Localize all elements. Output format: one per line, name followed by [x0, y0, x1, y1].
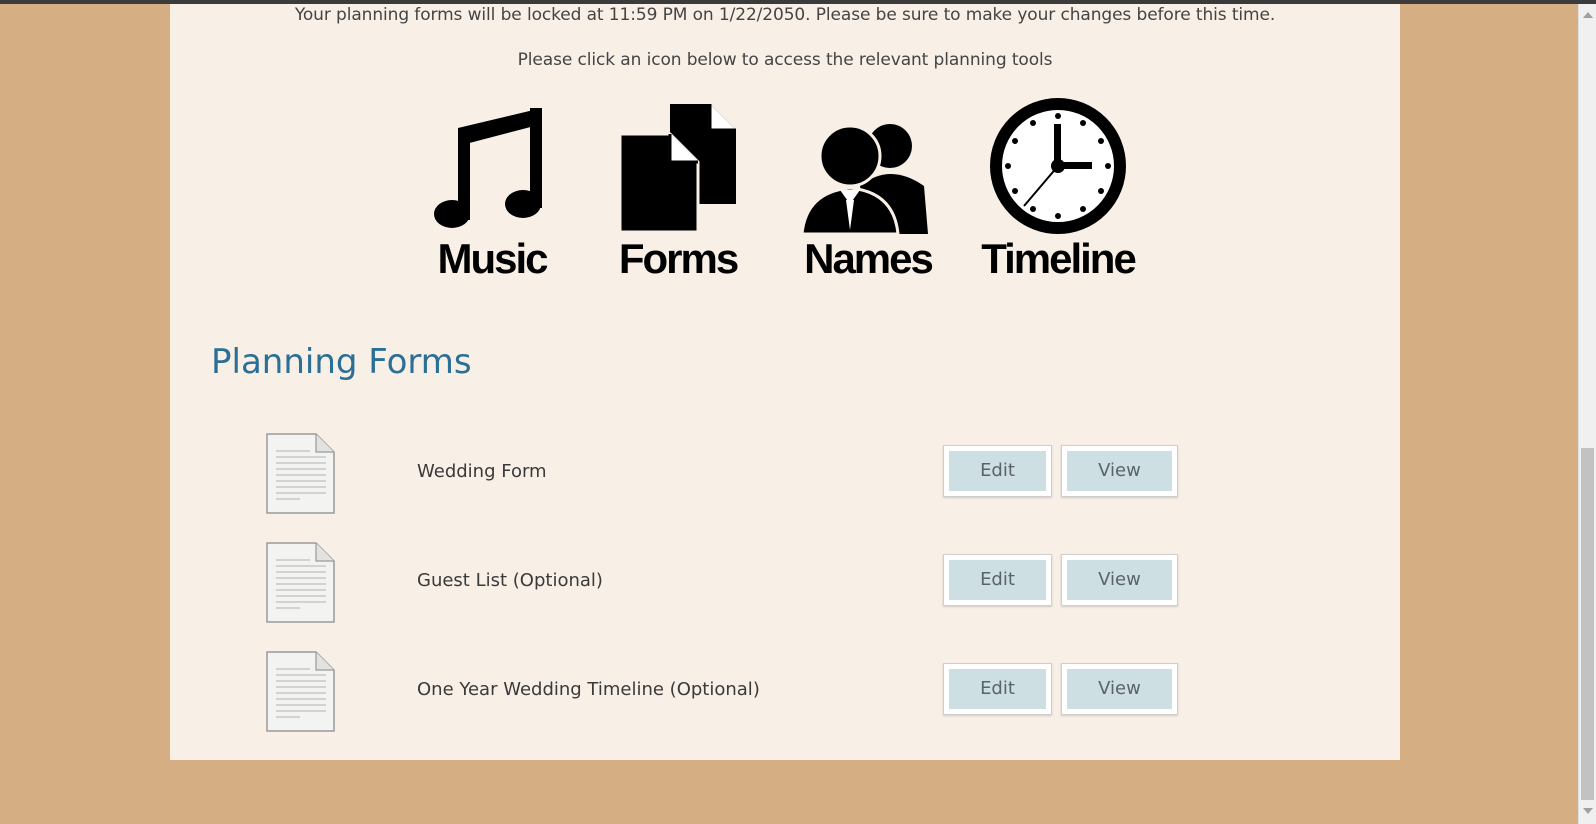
content-panel: Your planning forms will be locked at 11…: [170, 4, 1400, 760]
scroll-thumb[interactable]: [1581, 448, 1594, 800]
tool-timeline[interactable]: Timeline: [978, 96, 1138, 284]
tool-music-label: Music: [437, 235, 548, 282]
view-button[interactable]: View: [1061, 663, 1178, 715]
view-button-label: View: [1067, 560, 1172, 600]
planning-tools: Music Forms Names Timeline: [170, 4, 1400, 304]
form-row-timeline: One Year Wedding Timeline (Optional) Edi…: [170, 649, 1400, 737]
tool-names[interactable]: Names: [798, 104, 938, 284]
document-icon: [266, 433, 335, 514]
form-name: Wedding Form: [417, 461, 547, 482]
section-title: Planning Forms: [211, 342, 472, 382]
form-row-wedding: Wedding Form Edit View: [170, 431, 1400, 519]
vertical-scrollbar[interactable]: [1578, 4, 1596, 824]
tool-forms-label: Forms: [618, 235, 739, 282]
edit-button[interactable]: Edit: [943, 445, 1052, 497]
tool-forms[interactable]: Forms: [614, 104, 742, 284]
view-button-label: View: [1067, 669, 1172, 709]
tool-music[interactable]: Music: [432, 104, 552, 284]
tool-timeline-label: Timeline: [981, 235, 1137, 282]
people-icon: [800, 124, 928, 236]
edit-button-label: Edit: [949, 560, 1046, 600]
form-name: Guest List (Optional): [417, 570, 603, 591]
clock-icon: [990, 98, 1126, 234]
scroll-down-arrow-icon[interactable]: [1583, 808, 1593, 814]
document-icon: [266, 542, 335, 623]
form-row-guest-list: Guest List (Optional) Edit View: [170, 540, 1400, 628]
music-note-icon: [434, 108, 542, 228]
edit-button[interactable]: Edit: [943, 663, 1052, 715]
form-name: One Year Wedding Timeline (Optional): [417, 679, 760, 700]
document-icon: [266, 651, 335, 732]
scroll-up-arrow-icon[interactable]: [1583, 12, 1593, 18]
documents-icon: [618, 104, 736, 234]
view-button-label: View: [1067, 451, 1172, 491]
tool-names-label: Names: [804, 235, 934, 282]
edit-button[interactable]: Edit: [943, 554, 1052, 606]
view-button[interactable]: View: [1061, 445, 1178, 497]
edit-button-label: Edit: [949, 451, 1046, 491]
edit-button-label: Edit: [949, 669, 1046, 709]
view-button[interactable]: View: [1061, 554, 1178, 606]
